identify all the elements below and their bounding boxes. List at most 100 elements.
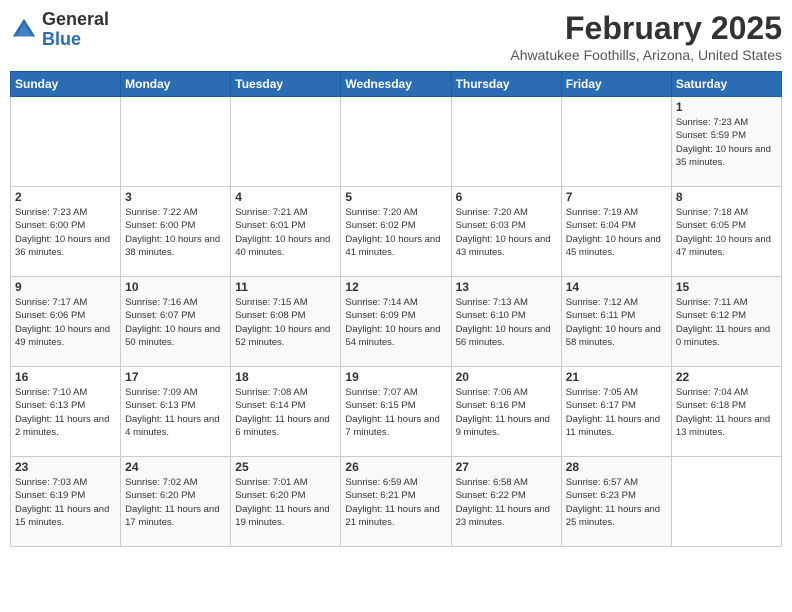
calendar-cell bbox=[341, 97, 451, 187]
day-info: Sunrise: 7:11 AM Sunset: 6:12 PM Dayligh… bbox=[676, 296, 777, 349]
logo-blue-text: Blue bbox=[42, 30, 109, 50]
calendar-cell: 11 Sunrise: 7:15 AM Sunset: 6:08 PM Dayli… bbox=[231, 277, 341, 367]
header-wednesday: Wednesday bbox=[341, 72, 451, 97]
day-info: Sunrise: 7:12 AM Sunset: 6:11 PM Dayligh… bbox=[566, 296, 667, 349]
day-number: 16 bbox=[15, 370, 116, 384]
calendar-cell: 19 Sunrise: 7:07 AM Sunset: 6:15 PM Dayli… bbox=[341, 367, 451, 457]
header-sunday: Sunday bbox=[11, 72, 121, 97]
day-info: Sunrise: 6:57 AM Sunset: 6:23 PM Dayligh… bbox=[566, 476, 667, 529]
header-saturday: Saturday bbox=[671, 72, 781, 97]
logo-icon bbox=[10, 16, 38, 44]
calendar-cell: 18Sunrise: 7:08 AM Sunset: 6:14 PM Dayli… bbox=[231, 367, 341, 457]
calendar-week-3: 16 Sunrise: 7:10 AM Sunset: 6:13 PM Dayli… bbox=[11, 367, 782, 457]
day-info: Sunrise: 7:02 AM Sunset: 6:20 PM Dayligh… bbox=[125, 476, 226, 529]
header-monday: Monday bbox=[121, 72, 231, 97]
calendar-cell bbox=[121, 97, 231, 187]
page-header: General Blue February 2025 Ahwatukee Foo… bbox=[10, 10, 782, 63]
day-number: 5 bbox=[345, 190, 446, 204]
calendar-cell: 22 Sunrise: 7:04 AM Sunset: 6:18 PM Dayli… bbox=[671, 367, 781, 457]
calendar-cell: 1Sunrise: 7:23 AM Sunset: 5:59 PM Daylig… bbox=[671, 97, 781, 187]
day-number: 8 bbox=[676, 190, 777, 204]
day-number: 22 bbox=[676, 370, 777, 384]
calendar-week-2: 9 Sunrise: 7:17 AM Sunset: 6:06 PM Daylig… bbox=[11, 277, 782, 367]
day-number: 15 bbox=[676, 280, 777, 294]
calendar-week-4: 23 Sunrise: 7:03 AM Sunset: 6:19 PM Dayli… bbox=[11, 457, 782, 547]
day-info: Sunrise: 7:16 AM Sunset: 6:07 PM Dayligh… bbox=[125, 296, 226, 349]
logo-text: General Blue bbox=[42, 10, 109, 50]
header-friday: Friday bbox=[561, 72, 671, 97]
logo: General Blue bbox=[10, 10, 109, 50]
day-info: Sunrise: 7:01 AM Sunset: 6:20 PM Dayligh… bbox=[235, 476, 336, 529]
calendar-cell: 9 Sunrise: 7:17 AM Sunset: 6:06 PM Daylig… bbox=[11, 277, 121, 367]
day-number: 13 bbox=[456, 280, 557, 294]
day-number: 24 bbox=[125, 460, 226, 474]
day-number: 12 bbox=[345, 280, 446, 294]
calendar-cell bbox=[231, 97, 341, 187]
calendar-cell bbox=[671, 457, 781, 547]
day-info: Sunrise: 7:15 AM Sunset: 6:08 PM Dayligh… bbox=[235, 296, 336, 349]
day-info: Sunrise: 7:05 AM Sunset: 6:17 PM Dayligh… bbox=[566, 386, 667, 439]
calendar-cell: 10 Sunrise: 7:16 AM Sunset: 6:07 PM Dayli… bbox=[121, 277, 231, 367]
day-number: 6 bbox=[456, 190, 557, 204]
calendar-cell bbox=[561, 97, 671, 187]
calendar-cell: 27 Sunrise: 6:58 AM Sunset: 6:22 PM Dayli… bbox=[451, 457, 561, 547]
day-info: Sunrise: 7:18 AM Sunset: 6:05 PM Dayligh… bbox=[676, 206, 777, 259]
day-info: Sunrise: 7:06 AM Sunset: 6:16 PM Dayligh… bbox=[456, 386, 557, 439]
calendar-cell bbox=[11, 97, 121, 187]
title-block: February 2025 Ahwatukee Foothills, Arizo… bbox=[510, 10, 782, 63]
day-info: Sunrise: 7:03 AM Sunset: 6:19 PM Dayligh… bbox=[15, 476, 116, 529]
day-number: 11 bbox=[235, 280, 336, 294]
calendar-cell: 26Sunrise: 6:59 AM Sunset: 6:21 PM Dayli… bbox=[341, 457, 451, 547]
day-info: Sunrise: 7:20 AM Sunset: 6:03 PM Dayligh… bbox=[456, 206, 557, 259]
day-info: Sunrise: 7:14 AM Sunset: 6:09 PM Dayligh… bbox=[345, 296, 446, 349]
logo-general-text: General bbox=[42, 10, 109, 30]
calendar-cell: 3 Sunrise: 7:22 AM Sunset: 6:00 PM Daylig… bbox=[121, 187, 231, 277]
day-number: 3 bbox=[125, 190, 226, 204]
calendar-cell: 7 Sunrise: 7:19 AM Sunset: 6:04 PM Daylig… bbox=[561, 187, 671, 277]
calendar-cell: 24 Sunrise: 7:02 AM Sunset: 6:20 PM Dayli… bbox=[121, 457, 231, 547]
calendar-week-0: 1Sunrise: 7:23 AM Sunset: 5:59 PM Daylig… bbox=[11, 97, 782, 187]
day-number: 4 bbox=[235, 190, 336, 204]
day-info: Sunrise: 7:23 AM Sunset: 6:00 PM Dayligh… bbox=[15, 206, 116, 259]
calendar-cell: 20Sunrise: 7:06 AM Sunset: 6:16 PM Dayli… bbox=[451, 367, 561, 457]
calendar-table: SundayMondayTuesdayWednesdayThursdayFrid… bbox=[10, 71, 782, 547]
day-info: Sunrise: 7:20 AM Sunset: 6:02 PM Dayligh… bbox=[345, 206, 446, 259]
day-number: 23 bbox=[15, 460, 116, 474]
calendar-cell: 4Sunrise: 7:21 AM Sunset: 6:01 PM Daylig… bbox=[231, 187, 341, 277]
calendar-cell: 21 Sunrise: 7:05 AM Sunset: 6:17 PM Dayli… bbox=[561, 367, 671, 457]
day-info: Sunrise: 7:04 AM Sunset: 6:18 PM Dayligh… bbox=[676, 386, 777, 439]
day-number: 2 bbox=[15, 190, 116, 204]
day-number: 21 bbox=[566, 370, 667, 384]
day-info: Sunrise: 7:07 AM Sunset: 6:15 PM Dayligh… bbox=[345, 386, 446, 439]
day-info: Sunrise: 7:22 AM Sunset: 6:00 PM Dayligh… bbox=[125, 206, 226, 259]
day-number: 28 bbox=[566, 460, 667, 474]
calendar-cell: 15 Sunrise: 7:11 AM Sunset: 6:12 PM Dayli… bbox=[671, 277, 781, 367]
calendar-cell: 13 Sunrise: 7:13 AM Sunset: 6:10 PM Dayli… bbox=[451, 277, 561, 367]
calendar-cell: 17Sunrise: 7:09 AM Sunset: 6:13 PM Dayli… bbox=[121, 367, 231, 457]
calendar-cell: 25 Sunrise: 7:01 AM Sunset: 6:20 PM Dayli… bbox=[231, 457, 341, 547]
day-info: Sunrise: 6:58 AM Sunset: 6:22 PM Dayligh… bbox=[456, 476, 557, 529]
calendar-cell: 28 Sunrise: 6:57 AM Sunset: 6:23 PM Dayli… bbox=[561, 457, 671, 547]
day-number: 18 bbox=[235, 370, 336, 384]
day-number: 10 bbox=[125, 280, 226, 294]
day-info: Sunrise: 7:19 AM Sunset: 6:04 PM Dayligh… bbox=[566, 206, 667, 259]
calendar-cell: 8 Sunrise: 7:18 AM Sunset: 6:05 PM Daylig… bbox=[671, 187, 781, 277]
calendar-cell: 6 Sunrise: 7:20 AM Sunset: 6:03 PM Daylig… bbox=[451, 187, 561, 277]
calendar-cell: 23 Sunrise: 7:03 AM Sunset: 6:19 PM Dayli… bbox=[11, 457, 121, 547]
day-info: Sunrise: 7:13 AM Sunset: 6:10 PM Dayligh… bbox=[456, 296, 557, 349]
header-thursday: Thursday bbox=[451, 72, 561, 97]
day-number: 25 bbox=[235, 460, 336, 474]
calendar-cell: 5 Sunrise: 7:20 AM Sunset: 6:02 PM Daylig… bbox=[341, 187, 451, 277]
day-info: Sunrise: 6:59 AM Sunset: 6:21 PM Dayligh… bbox=[345, 476, 446, 529]
day-info: Sunrise: 7:17 AM Sunset: 6:06 PM Dayligh… bbox=[15, 296, 116, 349]
calendar-cell bbox=[451, 97, 561, 187]
day-number: 7 bbox=[566, 190, 667, 204]
calendar-cell: 14Sunrise: 7:12 AM Sunset: 6:11 PM Dayli… bbox=[561, 277, 671, 367]
day-number: 19 bbox=[345, 370, 446, 384]
day-number: 27 bbox=[456, 460, 557, 474]
day-number: 9 bbox=[15, 280, 116, 294]
header-tuesday: Tuesday bbox=[231, 72, 341, 97]
location: Ahwatukee Foothills, Arizona, United Sta… bbox=[510, 47, 782, 63]
day-number: 1 bbox=[676, 100, 777, 114]
day-info: Sunrise: 7:10 AM Sunset: 6:13 PM Dayligh… bbox=[15, 386, 116, 439]
